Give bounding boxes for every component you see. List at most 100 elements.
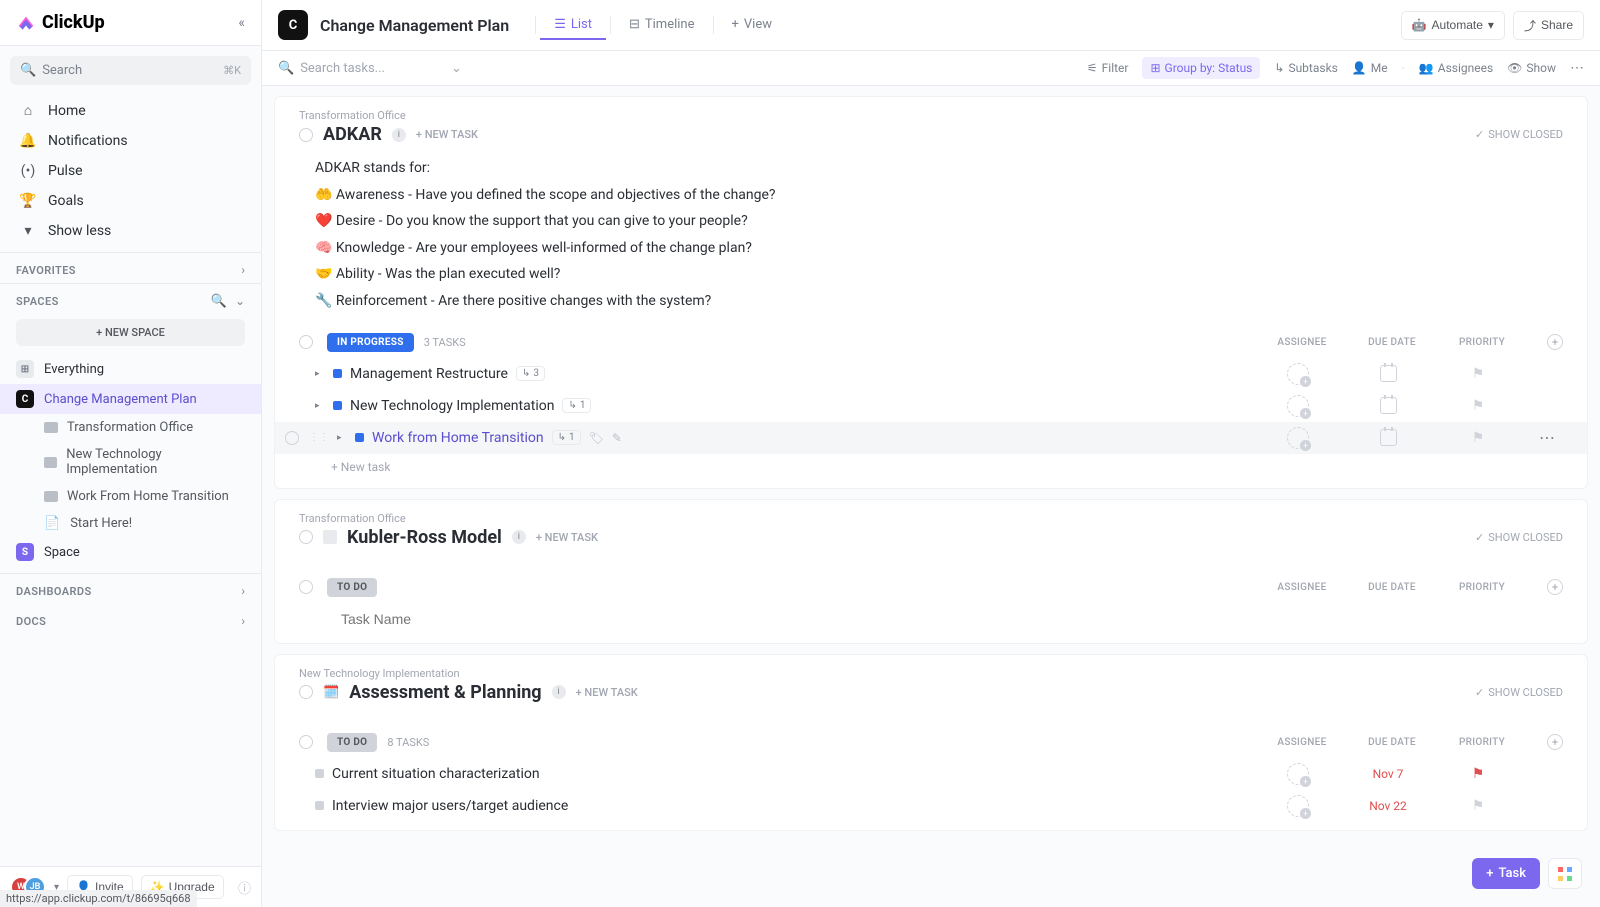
- status-circle-icon[interactable]: [299, 530, 313, 544]
- folder-new-tech[interactable]: New Technology Implementation: [0, 441, 261, 483]
- automate-button[interactable]: 🤖Automate▾: [1401, 11, 1505, 40]
- task-name-input[interactable]: [341, 611, 541, 627]
- logo[interactable]: ClickUp: [16, 12, 105, 33]
- new-space-button[interactable]: + NEW SPACE: [16, 319, 245, 346]
- new-task-link[interactable]: + NEW TASK: [416, 128, 478, 141]
- new-task-link[interactable]: + NEW TASK: [576, 686, 638, 699]
- new-task-link[interactable]: + NEW TASK: [536, 531, 598, 544]
- priority-flag-icon[interactable]: ⚑: [1472, 366, 1485, 382]
- status-dot: [355, 433, 364, 442]
- docs-section[interactable]: DOCS›: [0, 604, 261, 634]
- drag-icon[interactable]: ⋮⋮: [309, 432, 329, 443]
- tab-list[interactable]: ☰List: [540, 11, 606, 40]
- expand-icon[interactable]: ▸: [315, 401, 325, 411]
- nav-notifications[interactable]: 🔔Notifications: [10, 126, 251, 156]
- folder-transformation[interactable]: Transformation Office: [0, 414, 261, 441]
- info-icon[interactable]: i: [552, 685, 566, 699]
- priority-flag-icon[interactable]: ⚑: [1472, 430, 1485, 446]
- dashboards-section[interactable]: DASHBOARDS›: [0, 574, 261, 604]
- priority-flag-icon[interactable]: ⚑: [1472, 798, 1485, 814]
- chevron-right-icon: ›: [241, 584, 245, 598]
- more-icon[interactable]: ⋯: [1539, 428, 1563, 447]
- priority-flag-icon[interactable]: ⚑: [1472, 766, 1485, 782]
- subtask-icon: ↳: [568, 400, 576, 411]
- search-placeholder: Search: [42, 63, 82, 78]
- status-circle-icon[interactable]: [299, 735, 313, 749]
- more-icon[interactable]: ⋯: [1570, 60, 1584, 76]
- status-pill[interactable]: IN PROGRESS: [327, 333, 414, 352]
- apps-fab[interactable]: [1548, 858, 1582, 889]
- show-button[interactable]: 👁Show: [1507, 61, 1556, 75]
- sidebar-search[interactable]: 🔍 Search ⌘K: [10, 56, 251, 85]
- task-row[interactable]: ⋮⋮ ▸ Work from Home Transition ↳1 🏷 ✎ ⚑ …: [275, 422, 1587, 454]
- nav-goals[interactable]: 🏆Goals: [10, 186, 251, 216]
- add-column-icon[interactable]: +: [1547, 579, 1563, 595]
- status-circle-icon[interactable]: [299, 580, 313, 594]
- new-task-button[interactable]: + New task: [275, 454, 1587, 480]
- expand-icon[interactable]: ▸: [315, 369, 325, 379]
- assignee-placeholder[interactable]: [1287, 363, 1309, 385]
- info-icon[interactable]: i: [392, 128, 406, 142]
- chevron-down-icon[interactable]: ⌄: [235, 294, 245, 309]
- folder-wfh[interactable]: Work From Home Transition: [0, 483, 261, 510]
- filter-button[interactable]: ⚟Filter: [1087, 61, 1129, 75]
- doc-start-here[interactable]: 📄Start Here!: [0, 510, 261, 537]
- new-task-fab[interactable]: +Task: [1472, 858, 1540, 889]
- select-circle[interactable]: [285, 431, 299, 445]
- info-icon[interactable]: i: [512, 530, 526, 544]
- status-pill[interactable]: TO DO: [327, 578, 377, 597]
- tag-icon[interactable]: 🏷: [589, 431, 604, 445]
- due-date-placeholder[interactable]: [1380, 365, 1397, 382]
- status-circle-icon[interactable]: [299, 685, 313, 699]
- add-column-icon[interactable]: +: [1547, 334, 1563, 350]
- status-pill[interactable]: TO DO: [327, 733, 377, 752]
- due-date-placeholder[interactable]: [1380, 397, 1397, 414]
- show-closed-button[interactable]: ✓SHOW CLOSED: [1475, 128, 1563, 141]
- task-row[interactable]: ▸ Management Restructure ↳3 ⚑: [275, 358, 1587, 390]
- priority-flag-icon[interactable]: ⚑: [1472, 398, 1485, 414]
- add-column-icon[interactable]: +: [1547, 734, 1563, 750]
- status-bar-url: https://app.clickup.com/t/86695q668: [0, 890, 197, 907]
- status-circle-icon[interactable]: [299, 335, 313, 349]
- subtask-badge[interactable]: ↳3: [516, 366, 545, 381]
- subtask-badge[interactable]: ↳1: [562, 398, 591, 413]
- fab-container: +Task: [1472, 858, 1582, 889]
- breadcrumb: Transformation Office: [299, 109, 1563, 122]
- due-date[interactable]: Nov 7: [1373, 767, 1404, 781]
- groupby-button[interactable]: ⊞Group by: Status: [1142, 57, 1260, 79]
- subtask-badge[interactable]: ↳1: [552, 430, 581, 445]
- task-row[interactable]: Interview major users/target audience No…: [275, 790, 1587, 822]
- collapse-sidebar-icon[interactable]: «: [238, 15, 245, 31]
- me-button[interactable]: 👤Me: [1352, 61, 1388, 75]
- task-row[interactable]: ▸ New Technology Implementation ↳1 ⚑: [275, 390, 1587, 422]
- assignee-placeholder[interactable]: [1287, 763, 1309, 785]
- nav-pulse[interactable]: (•)Pulse: [10, 156, 251, 186]
- assignee-placeholder[interactable]: [1287, 427, 1309, 449]
- help-icon[interactable]: ⓘ: [238, 878, 251, 897]
- due-date-placeholder[interactable]: [1380, 429, 1397, 446]
- subtasks-button[interactable]: ↳Subtasks: [1274, 61, 1337, 75]
- favorites-section[interactable]: FAVORITES ›: [0, 253, 261, 283]
- due-date[interactable]: Nov 22: [1369, 799, 1407, 813]
- assignee-placeholder[interactable]: [1287, 795, 1309, 817]
- check-icon: ✓: [1475, 128, 1484, 141]
- tab-add-view[interactable]: +View: [718, 11, 787, 40]
- edit-icon[interactable]: ✎: [612, 431, 622, 445]
- share-button[interactable]: ⤴Share: [1513, 11, 1584, 40]
- assignees-button[interactable]: 👥Assignees: [1419, 61, 1493, 75]
- task-search[interactable]: 🔍 Search tasks... ⌄: [278, 61, 462, 76]
- nav-home[interactable]: ⌂Home: [10, 95, 251, 126]
- tab-timeline[interactable]: ⊟Timeline: [615, 11, 709, 40]
- space-change-management[interactable]: CChange Management Plan: [0, 384, 261, 414]
- show-closed-button[interactable]: ✓SHOW CLOSED: [1475, 686, 1563, 699]
- assignee-placeholder[interactable]: [1287, 395, 1309, 417]
- task-name-input-row: [275, 603, 1587, 635]
- expand-icon[interactable]: ▸: [337, 433, 347, 443]
- show-closed-button[interactable]: ✓SHOW CLOSED: [1475, 531, 1563, 544]
- nav-show-less[interactable]: ▾Show less: [10, 216, 251, 246]
- task-row[interactable]: Current situation characterization Nov 7…: [275, 758, 1587, 790]
- search-spaces-icon[interactable]: 🔍: [211, 294, 227, 309]
- status-circle-icon[interactable]: [299, 128, 313, 142]
- space-everything[interactable]: ⊞Everything: [0, 354, 261, 384]
- space-space[interactable]: SSpace: [0, 537, 261, 567]
